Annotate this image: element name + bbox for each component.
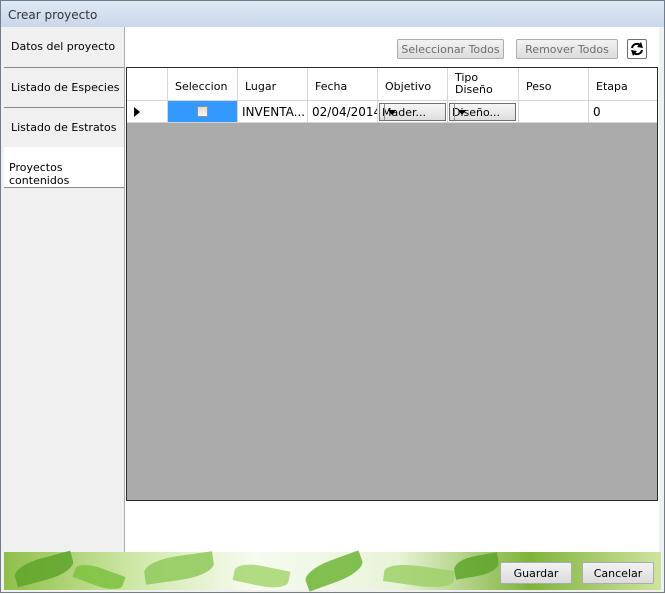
save-button[interactable]: Guardar <box>500 562 572 584</box>
sidebar-tab-label: Datos del proyecto <box>11 40 116 53</box>
column-header-label: Fecha <box>315 80 348 93</box>
row-header[interactable] <box>127 101 168 123</box>
leaf-decoration <box>382 561 456 591</box>
title-bar[interactable]: Crear proyecto <box>1 1 664 27</box>
current-row-arrow-icon <box>134 107 140 117</box>
sidebar-tab-label: Listado de Estratos <box>11 121 117 134</box>
cell-objetivo[interactable]: Mader... <box>378 101 448 123</box>
column-header-tipo-diseno[interactable]: Tipo Diseño <box>448 68 519 101</box>
remove-all-button[interactable]: Remover Todos <box>516 39 618 59</box>
leaf-decoration <box>142 551 216 585</box>
objetivo-dropdown[interactable]: Mader... <box>379 103 446 121</box>
cancel-button[interactable]: Cancelar <box>582 562 654 584</box>
row-header-corner <box>127 68 168 101</box>
select-all-button[interactable]: Seleccionar Todos <box>397 39 504 59</box>
tipo-diseno-dropdown[interactable]: Diseño... <box>449 103 516 121</box>
leaf-decoration <box>232 560 291 592</box>
column-header-label: Objetivo <box>385 80 432 93</box>
leaf-decoration <box>302 550 366 592</box>
column-header-label: Seleccion <box>175 80 228 93</box>
leaf-decoration <box>452 552 501 580</box>
chevron-down-icon[interactable] <box>454 104 469 120</box>
sidebar-tab-listado-especies[interactable]: Listado de Especies <box>4 67 124 108</box>
leaf-decoration <box>72 559 126 594</box>
cell-lugar[interactable]: INVENTA... <box>238 101 308 123</box>
cell-etapa[interactable]: 0 <box>589 101 657 123</box>
sidebar-tab-listado-estratos[interactable]: Listado de Estratos <box>4 107 124 148</box>
seleccion-checkbox[interactable] <box>197 106 208 117</box>
column-header-label: Peso <box>526 80 552 93</box>
window-title: Crear proyecto <box>8 8 98 22</box>
sidebar: Datos del proyecto Listado de Especies L… <box>4 27 124 552</box>
cell-seleccion[interactable] <box>168 101 238 123</box>
cell-peso[interactable] <box>519 101 589 123</box>
cell-fecha[interactable]: 02/04/2014 <box>308 101 378 123</box>
refresh-icon <box>631 42 643 56</box>
column-header-label: Lugar <box>245 80 277 93</box>
column-header-objetivo[interactable]: Objetivo <box>378 68 448 101</box>
column-header-peso[interactable]: Peso <box>519 68 589 101</box>
leaf-decoration <box>12 550 76 588</box>
column-header-label: Etapa <box>596 80 628 93</box>
cell-tipo-diseno[interactable]: Diseño... <box>448 101 519 123</box>
cell-value: 02/04/2014 <box>312 105 378 119</box>
footer-leaf-banner: Guardar Cancelar <box>4 550 661 594</box>
column-header-fecha[interactable]: Fecha <box>308 68 378 101</box>
column-header-lugar[interactable]: Lugar <box>238 68 308 101</box>
sidebar-tab-label: Listado de Especies <box>11 81 120 94</box>
sidebar-tab-proyectos-contenidos[interactable]: Proyectos contenidos <box>4 147 124 188</box>
cell-value: INVENTA... <box>242 105 306 119</box>
cell-value: 0 <box>593 105 601 119</box>
refresh-button[interactable] <box>627 39 647 59</box>
column-header-label: Tipo Diseño <box>455 71 493 96</box>
column-header-seleccion[interactable]: Seleccion <box>168 68 238 101</box>
sidebar-tab-label: Proyectos contenidos <box>9 161 70 187</box>
chevron-down-icon[interactable] <box>384 104 399 120</box>
crear-proyecto-window: Crear proyecto Datos del proyecto Listad… <box>0 0 665 594</box>
sidebar-tab-datos-proyecto[interactable]: Datos del proyecto <box>4 27 124 68</box>
proyectos-contenidos-panel: Seleccionar Todos Remover Todos Seleccio… <box>124 27 659 552</box>
proyectos-grid[interactable]: Seleccion Lugar Fecha Objetivo Tipo Dise… <box>126 67 658 501</box>
column-header-etapa[interactable]: Etapa <box>589 68 657 101</box>
